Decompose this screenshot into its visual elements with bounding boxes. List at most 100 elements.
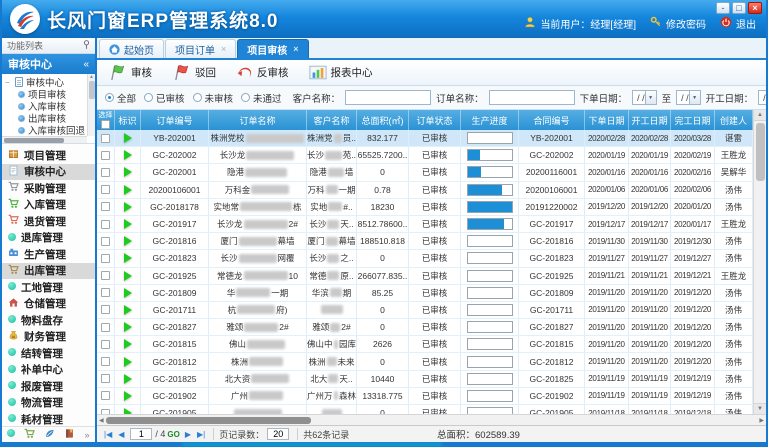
table-row[interactable]: GC-201902广州广州万森林13318.775已审核GC-201902201… <box>97 388 753 405</box>
row-checkbox[interactable] <box>101 237 110 246</box>
book-icon[interactable] <box>64 428 75 442</box>
反审核-button[interactable]: 反审核 <box>231 62 298 83</box>
sidebar-item-工地管理[interactable]: 工地管理 <box>2 279 95 296</box>
dot-icon[interactable] <box>7 429 15 440</box>
row-checkbox[interactable] <box>101 357 110 366</box>
table-row[interactable]: GC-2019050已审核GC-2019052019/11/182019/11/… <box>97 405 753 414</box>
row-checkbox[interactable] <box>101 305 110 314</box>
prev-page-button[interactable]: ◀ <box>115 430 127 439</box>
row-checkbox[interactable] <box>101 185 110 194</box>
row-checkbox[interactable] <box>101 288 110 297</box>
sidebar-item-生产管理[interactable]: 生产管理 <box>2 246 95 263</box>
maximize-button[interactable]: □ <box>732 2 746 14</box>
sidebar-item-仓储管理[interactable]: 仓储管理 <box>2 296 95 313</box>
scroll-up-icon[interactable]: ▲ <box>754 110 766 121</box>
tree-horizontal-scrollbar[interactable] <box>2 136 87 143</box>
row-checkbox[interactable] <box>101 168 110 177</box>
sidebar-item-入库管理[interactable]: 入库管理 <box>2 197 95 214</box>
go-button[interactable]: GO <box>167 430 179 439</box>
scroll-left-icon[interactable]: ◀ <box>99 417 104 424</box>
table-row[interactable]: GC-2018178实地常栋实地#..18230已审核2019122000220… <box>97 199 753 216</box>
radio-icon[interactable] <box>193 93 202 102</box>
page-size-input[interactable] <box>267 428 289 440</box>
tree-expander-icon[interactable]: − <box>5 78 12 87</box>
sidebar-item-财务管理[interactable]: 财务管理 <box>2 329 95 346</box>
first-page-button[interactable]: |◀ <box>101 430 115 439</box>
radio-icon[interactable] <box>105 93 114 102</box>
last-page-button[interactable]: ▶| <box>194 430 208 439</box>
row-checkbox[interactable] <box>101 391 110 400</box>
column-header-订单名称[interactable]: 订单名称 <box>209 110 307 130</box>
sidebar-item-项目管理[interactable]: 项目管理 <box>2 147 95 164</box>
table-row[interactable]: GC-201823长沙网覆长沙之..0已审核GC-2018232019/11/2… <box>97 250 753 267</box>
tab-close-icon[interactable]: × <box>221 44 226 54</box>
table-row[interactable]: GC-201827雅颂2#雅颂2#0已审核GC-2018272019/11/20… <box>97 319 753 336</box>
tree-item-入库审核回退[interactable]: 入库审核回退 <box>18 124 95 136</box>
radio-未审核[interactable]: 未审核 <box>193 91 234 105</box>
sidebar-item-退库管理[interactable]: 退库管理 <box>2 230 95 247</box>
sidebar-item-补单中心[interactable]: 补单中心 <box>2 362 95 379</box>
column-header-生产进度[interactable]: 生产进度 <box>461 110 519 130</box>
table-row[interactable]: GC-201825北大资北大天..10440已审核GC-2018252019/1… <box>97 371 753 388</box>
column-header-选择[interactable]: 选择 <box>97 110 115 130</box>
table-row[interactable]: GC-201816厦门幕墙厦门幕墙188510.818已审核GC-2018162… <box>97 233 753 250</box>
pin-icon[interactable] <box>83 40 90 51</box>
tab-项目审核[interactable]: 项目审核× <box>237 39 308 58</box>
radio-icon[interactable] <box>144 93 153 102</box>
cart-icon[interactable] <box>24 428 35 442</box>
more-icon[interactable]: » <box>84 430 89 440</box>
sidebar-item-物料盘存[interactable]: 物料盘存 <box>2 312 95 329</box>
radio-未通过[interactable]: 未通过 <box>241 91 282 105</box>
close-button[interactable]: × <box>748 2 762 14</box>
table-row[interactable]: GC-202001隐港隐港墙0已审核202001160012020/01/162… <box>97 164 753 181</box>
tab-close-icon[interactable]: × <box>293 44 298 54</box>
order-date-from-input[interactable]: / /▼ <box>632 90 657 105</box>
horizontal-scroll-thumb[interactable] <box>106 417 311 424</box>
radio-icon[interactable] <box>241 93 250 102</box>
报表中心-button[interactable]: 报表中心 <box>304 62 382 83</box>
row-checkbox[interactable] <box>101 340 110 349</box>
order-name-input[interactable] <box>489 90 575 105</box>
row-checkbox[interactable] <box>101 271 110 280</box>
column-header-下单日期[interactable]: 下单日期 <box>585 110 629 130</box>
sidebar-item-报废管理[interactable]: 报废管理 <box>2 378 95 395</box>
row-checkbox[interactable] <box>101 151 110 160</box>
table-row[interactable]: YB-202001株洲党校株洲党员..832.177已审核YB-20200120… <box>97 130 753 147</box>
column-header-总面积(㎡)[interactable]: 总面积(㎡) <box>357 110 409 130</box>
tab-项目订单[interactable]: 项目订单× <box>165 39 236 58</box>
row-checkbox[interactable] <box>101 409 110 414</box>
驳回-button[interactable]: 驳回 <box>167 61 225 84</box>
column-header-完工日期[interactable]: 完工日期 <box>671 110 715 130</box>
row-checkbox[interactable] <box>101 220 110 229</box>
logout-button[interactable]: 退出 <box>720 16 756 31</box>
column-header-订单编号[interactable]: 订单编号 <box>141 110 209 130</box>
next-page-button[interactable]: ▶ <box>182 430 194 439</box>
tab-起始页[interactable]: 起始页 <box>99 39 164 58</box>
row-checkbox[interactable] <box>101 202 110 211</box>
column-header-创建人[interactable]: 创建人 <box>715 110 753 130</box>
table-row[interactable]: GC-201925常德龙10常德原..266077.835..已审核GC-201… <box>97 268 753 285</box>
leaf-icon[interactable] <box>44 428 55 442</box>
sidebar-item-采购管理[interactable]: 采购管理 <box>2 180 95 197</box>
审核-button[interactable]: 审核 <box>103 61 161 84</box>
sidebar-item-退货管理[interactable]: 退货管理 <box>2 213 95 230</box>
radio-全部[interactable]: 全部 <box>105 91 136 105</box>
start-date-input[interactable]: / /▼ <box>758 90 766 105</box>
order-date-to-input[interactable]: / /▼ <box>676 90 701 105</box>
page-number-input[interactable] <box>130 428 152 440</box>
vertical-scroll-thumb[interactable] <box>756 123 765 181</box>
table-vertical-scrollbar[interactable]: ▲ ▼ <box>753 110 766 414</box>
column-header-客户名称[interactable]: 客户名称 <box>307 110 357 130</box>
table-row[interactable]: GC-201917长沙龙2#长沙天..8512.78600..已审核GC-201… <box>97 216 753 233</box>
table-row[interactable]: GC-201815佛山佛山中园库2626已审核GC-2018152019/11/… <box>97 336 753 353</box>
collapse-icon[interactable]: « <box>83 59 89 70</box>
tree-vertical-scrollbar[interactable]: ▲ <box>87 74 95 136</box>
radio-已审核[interactable]: 已审核 <box>144 91 185 105</box>
table-row[interactable]: GC-202002长沙龙长沙苑..65525.7200..已审核GC-20200… <box>97 147 753 164</box>
column-header-标识[interactable]: 标识 <box>115 110 141 130</box>
customer-name-input[interactable] <box>345 90 431 105</box>
table-row[interactable]: 20200106001万科金万科一期0.78已审核202001060012020… <box>97 182 753 199</box>
select-all-checkbox[interactable] <box>101 120 110 129</box>
column-header-订单状态[interactable]: 订单状态 <box>409 110 461 130</box>
column-header-合同编号[interactable]: 合同编号 <box>519 110 585 130</box>
